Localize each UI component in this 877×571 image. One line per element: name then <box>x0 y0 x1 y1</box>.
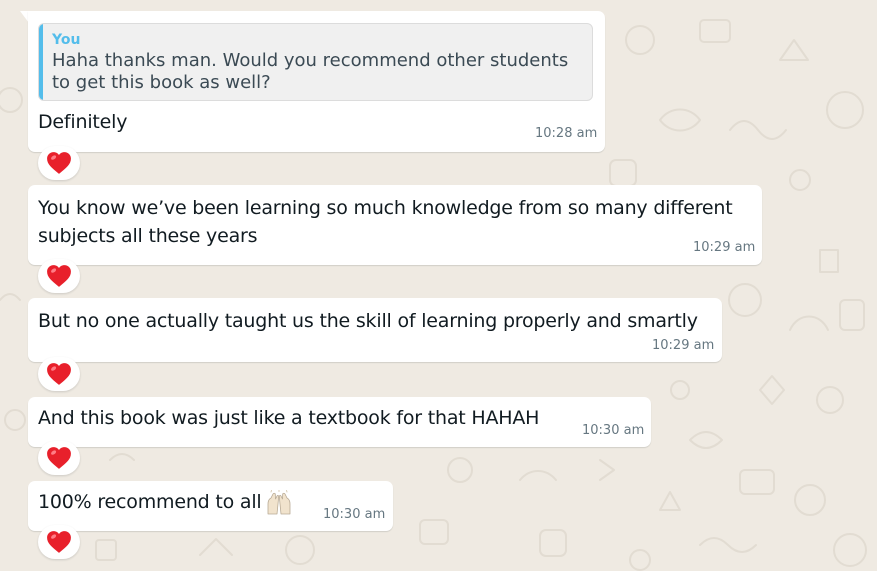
reaction-badge[interactable] <box>38 259 80 293</box>
message-bubble[interactable]: You know we’ve been learning so much kno… <box>28 185 762 265</box>
reaction-badge[interactable] <box>38 525 80 559</box>
heart-icon <box>47 265 71 287</box>
quoted-message[interactable]: You Haha thanks man. Would you recommend… <box>38 23 593 101</box>
message-timestamp: 10:29 am <box>693 240 756 255</box>
message-text: But no one actually taught us the skill … <box>38 310 698 332</box>
message-bubble[interactable]: And this book was just like a textbook f… <box>28 397 651 447</box>
message-text: And this book was just like a textbook f… <box>38 407 540 429</box>
heart-icon <box>47 447 71 469</box>
reaction-badge[interactable] <box>38 441 80 475</box>
message-bubble[interactable]: But no one actually taught us the skill … <box>28 298 722 362</box>
message-timestamp: 10:30 am <box>582 423 645 438</box>
message-text-line: You know we’ve been learning so much kno… <box>38 197 733 219</box>
message-text-line: subjects all these years <box>38 225 258 247</box>
message-text: 100% recommend to all <box>38 491 262 513</box>
heart-icon <box>47 152 71 174</box>
message-bubble[interactable]: 100% recommend to all 10:30 am <box>28 481 393 531</box>
heart-icon <box>47 531 71 553</box>
reaction-badge[interactable] <box>38 146 80 180</box>
message-bubble[interactable]: You Haha thanks man. Would you recommend… <box>28 11 605 152</box>
heart-icon <box>47 363 71 385</box>
message-timestamp: 10:28 am <box>535 126 598 141</box>
raising-hands-emoji <box>267 490 291 515</box>
quoted-text: Haha thanks man. Would you recommend oth… <box>52 50 569 93</box>
reaction-badge[interactable] <box>38 357 80 391</box>
message-timestamp: 10:29 am <box>652 338 715 353</box>
quoted-sender: You <box>52 32 81 48</box>
message-text: Definitely <box>38 111 128 133</box>
message-timestamp: 10:30 am <box>323 507 386 522</box>
quote-accent-bar <box>39 24 43 100</box>
